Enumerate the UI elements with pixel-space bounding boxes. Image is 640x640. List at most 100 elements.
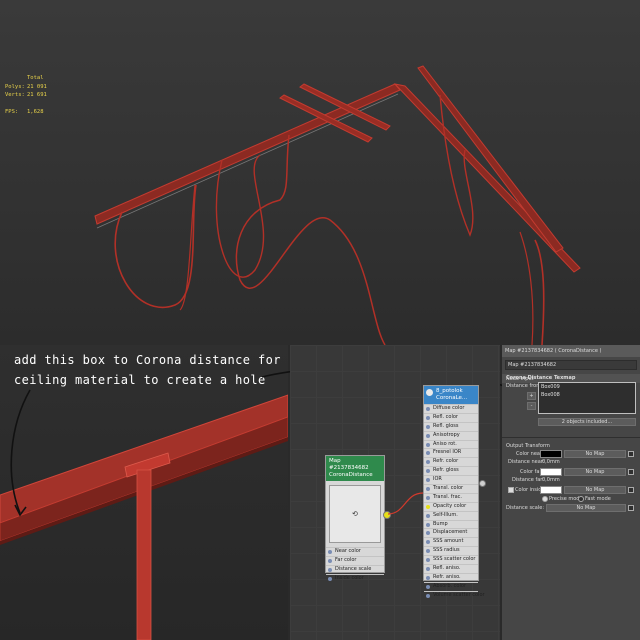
color-near-map-button[interactable]: No Map <box>564 450 626 458</box>
node-slot[interactable]: IOR <box>424 475 478 484</box>
node-slot[interactable]: Near color <box>326 547 384 556</box>
slot-label: Inside color <box>335 574 364 581</box>
slot-socket-icon[interactable] <box>328 558 332 563</box>
node-slot[interactable]: Inside color <box>326 573 384 583</box>
node-slot[interactable]: SSS scatter color <box>424 555 478 564</box>
viewport-detail[interactable]: add this box to Corona distance for ceil… <box>0 345 288 640</box>
distance-from-list[interactable]: Box009 Box008 <box>538 382 636 414</box>
slot-socket-icon[interactable] <box>426 451 430 456</box>
list-item[interactable]: Box008 <box>539 391 635 399</box>
distance-scale-map-checkbox[interactable] <box>628 505 634 511</box>
slot-label: Volume scatter color <box>433 591 485 598</box>
corona-material-node[interactable]: 8_potolok CoronaLe... Diffuse color Refl.… <box>423 385 485 598</box>
list-item[interactable]: Box009 <box>539 383 635 391</box>
slot-socket-icon[interactable] <box>328 567 332 572</box>
node-slot[interactable]: SSS amount <box>424 537 478 546</box>
corona-distance-node-header[interactable]: Map #2137834682 CoronaDistance <box>326 456 384 481</box>
slot-socket-icon[interactable] <box>426 540 430 545</box>
slot-socket-icon[interactable] <box>426 415 430 420</box>
node-slot[interactable]: Volume scatter color <box>424 590 485 600</box>
cursor-icon: ⟲ <box>352 510 358 518</box>
color-near-map-checkbox[interactable] <box>628 451 634 457</box>
node-slot[interactable]: Transl. color <box>424 484 478 493</box>
parameter-editor-panel: Map #2137834682 ( CoronaDistance ) Map #… <box>502 345 640 640</box>
precise-mode-radio[interactable] <box>542 496 548 502</box>
node-slot[interactable]: Diffuse color <box>424 404 478 413</box>
slot-socket-icon[interactable] <box>426 478 430 483</box>
slot-label: Anisotropy <box>433 431 460 438</box>
corona-distance-node[interactable]: Map #2137834682 CoronaDistance ⟲ Near co… <box>325 455 385 581</box>
slot-label: IOR <box>433 476 442 483</box>
node-slot[interactable]: Anisotropy <box>424 430 478 440</box>
slot-label: Displacement <box>433 529 468 536</box>
color-far-map-button[interactable]: No Map <box>564 468 626 476</box>
slot-socket-icon[interactable] <box>426 575 430 580</box>
node-slot[interactable]: Aniso rot. <box>424 439 478 449</box>
slot-socket-icon[interactable] <box>426 442 430 447</box>
corona-material-node-header[interactable]: 8_potolok CoronaLe... <box>424 386 478 404</box>
node-slot[interactable]: Self-Illum. <box>424 510 478 520</box>
node-slot[interactable]: Displacement <box>424 528 478 537</box>
color-inside-map-checkbox[interactable] <box>628 487 634 493</box>
remove-object-button[interactable]: - <box>527 402 536 410</box>
node-slot[interactable]: Absorb. color <box>424 581 478 591</box>
slot-socket-icon[interactable] <box>426 487 430 492</box>
slot-socket-icon[interactable] <box>426 504 430 509</box>
slot-socket-icon[interactable] <box>426 549 430 554</box>
slot-socket-icon[interactable] <box>426 460 430 465</box>
corona-distance-output-socket[interactable] <box>383 511 391 519</box>
slot-socket-icon[interactable] <box>426 531 430 536</box>
slot-socket-icon[interactable] <box>426 433 430 438</box>
slot-socket-icon[interactable] <box>426 424 430 429</box>
viewport-perspective[interactable]: Total Polys: 21 091 Verts: 21 691 FPS: 1,62… <box>0 0 640 345</box>
slate-material-editor[interactable]: Map #2137834682 CoronaDistance ⟲ Near co… <box>290 345 500 640</box>
slot-label: Refl. aniso. <box>433 565 461 572</box>
distance-far-value[interactable]: 0,0mm <box>542 477 560 483</box>
slot-label: Fresnel IOR <box>433 449 462 456</box>
node-slot[interactable]: Far color <box>326 555 384 565</box>
node-slot[interactable]: Opacity color <box>424 501 478 511</box>
slot-socket-icon[interactable] <box>426 567 430 572</box>
color-near-swatch[interactable] <box>540 450 562 458</box>
node-slot[interactable]: Refr. gloss <box>424 466 478 475</box>
node-slot[interactable]: Bump <box>424 519 478 529</box>
fast-mode-radio[interactable] <box>578 496 584 502</box>
slot-socket-icon[interactable] <box>426 584 430 589</box>
slot-label: Near color <box>335 548 361 554</box>
node-slot[interactable]: Fresnel IOR <box>424 448 478 457</box>
node-slot[interactable]: Refl. gloss <box>424 421 478 431</box>
node-slot[interactable]: Distance scale <box>326 564 384 574</box>
slot-socket-icon[interactable] <box>426 522 430 527</box>
node-slot[interactable]: Refl. color <box>424 412 478 422</box>
color-inside-swatch[interactable] <box>540 486 562 494</box>
color-far-swatch[interactable] <box>540 468 562 476</box>
node-slot[interactable]: Refr. aniso. <box>424 572 478 582</box>
node-slot[interactable]: Refl. aniso. <box>424 564 478 573</box>
distance-scale-map-button[interactable]: No Map <box>546 504 626 512</box>
color-far-map-checkbox[interactable] <box>628 469 634 475</box>
slot-label: Transl. color <box>433 485 464 492</box>
output-transform-label: Output Transform <box>506 443 550 449</box>
add-object-button[interactable]: + <box>527 392 536 400</box>
slot-socket-icon[interactable] <box>426 513 430 518</box>
slot-socket-icon[interactable] <box>426 558 430 563</box>
corona-material-output-socket[interactable] <box>479 480 486 487</box>
slot-socket-icon[interactable] <box>426 495 430 500</box>
node-slot[interactable]: Transl. frac. <box>424 492 478 502</box>
color-inside-map-button[interactable]: No Map <box>564 486 626 494</box>
node-slot[interactable]: SSS radius <box>424 546 478 555</box>
color-inside-checkbox[interactable] <box>508 487 514 493</box>
corona-distance-preview: ⟲ <box>329 485 381 543</box>
slot-socket-icon[interactable] <box>426 407 430 411</box>
map-name-field[interactable]: Map #2137834682 <box>505 360 637 370</box>
slot-label: Self-Illum. <box>433 511 458 518</box>
node-slot[interactable]: Refr. color <box>424 457 478 466</box>
objects-included-button[interactable]: 2 objects included... <box>538 418 636 426</box>
slot-socket-icon[interactable] <box>426 593 430 598</box>
slot-socket-icon[interactable] <box>328 576 332 581</box>
distance-near-value[interactable]: 0,0mm <box>542 459 560 465</box>
corona-distance-node-title: Map #2137834682 <box>329 458 369 471</box>
slot-socket-icon[interactable] <box>328 550 332 554</box>
corona-material-slots: Diffuse color Refl. color Refl. gloss Aniso… <box>424 404 485 600</box>
slot-socket-icon[interactable] <box>426 469 430 474</box>
